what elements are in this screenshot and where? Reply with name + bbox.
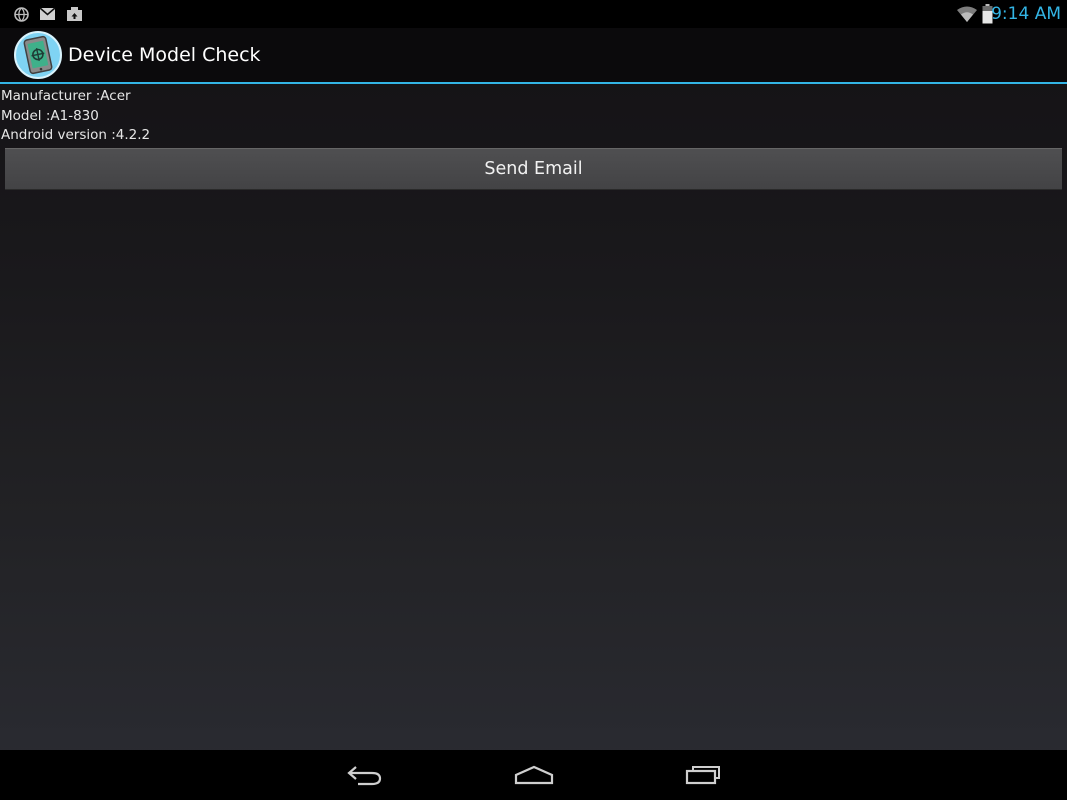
model-text: Model :A1-830: [1, 108, 99, 124]
home-icon[interactable]: [504, 760, 564, 790]
send-email-button[interactable]: Send Email: [5, 148, 1062, 190]
android-version-text: Android version :4.2.2: [1, 127, 151, 143]
app-tablet-icon[interactable]: [14, 31, 62, 79]
action-bar: Device Model Check: [0, 28, 1067, 84]
recent-apps-icon[interactable]: [673, 760, 733, 790]
status-bar: 9:14 AM: [0, 0, 1067, 28]
network-icon: [12, 5, 30, 23]
screen: 9:14 AM Device Model Check Manufacturer …: [0, 0, 1067, 800]
back-icon[interactable]: [335, 760, 395, 790]
manufacturer-text: Manufacturer :Acer: [1, 88, 131, 104]
app-title: Device Model Check: [68, 44, 261, 66]
send-email-label: Send Email: [484, 159, 583, 179]
clock-time: 9:14 AM: [991, 4, 1061, 24]
gmail-icon: [38, 5, 56, 23]
camera-upload-icon: [65, 5, 83, 23]
navigation-bar: [0, 750, 1067, 800]
wifi-icon: [956, 5, 978, 23]
